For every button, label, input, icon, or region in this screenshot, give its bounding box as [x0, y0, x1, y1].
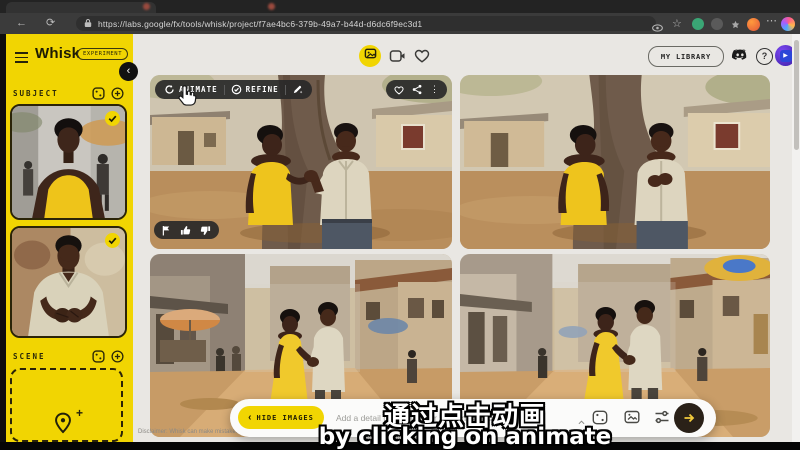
tab-favicon — [268, 3, 275, 10]
scene-add-icon[interactable] — [111, 350, 124, 368]
url-text: https://labs.google/fx/tools/whisk/proje… — [98, 19, 422, 29]
edit-pen-icon[interactable] — [292, 84, 303, 95]
image-icon — [364, 47, 377, 65]
experiment-badge: EXPERIMENT — [77, 48, 128, 60]
preview-eye-icon[interactable] — [652, 19, 663, 37]
plus-icon: + — [76, 406, 83, 420]
extensions-puzzle-icon[interactable] — [730, 18, 741, 36]
thumbs-up-icon[interactable] — [180, 225, 191, 236]
refine-check-icon — [231, 84, 242, 95]
scene-shuffle-icon[interactable] — [92, 350, 105, 368]
tab-favicon — [143, 3, 150, 10]
browser-toolbar: ← ⟳ https://labs.google/fx/tools/whisk/p… — [0, 13, 800, 34]
browser-tab-strip — [0, 0, 800, 13]
subject-add-icon[interactable] — [111, 87, 124, 105]
app-title: Whisk — [35, 45, 80, 62]
extension-icon-green[interactable] — [692, 18, 704, 30]
favorite-heart-icon[interactable] — [394, 85, 404, 95]
hide-images-label: HIDE IMAGES — [256, 414, 313, 422]
flag-icon[interactable] — [162, 225, 171, 236]
sidebar: Whisk EXPERIMENT SUBJECT — [6, 34, 133, 442]
image-mode-toggle[interactable] — [359, 45, 381, 67]
subject-thumbnail-woman[interactable] — [10, 104, 127, 220]
help-icon[interactable]: ? — [756, 48, 773, 65]
refresh-icon[interactable]: ⟳ — [46, 16, 55, 30]
selected-check-icon — [105, 233, 120, 248]
lock-icon — [84, 15, 92, 33]
scene-section-label: SCENE — [13, 352, 46, 361]
my-library-button[interactable]: MY LIBRARY — [648, 46, 724, 67]
chevron-left-icon: ‹ — [248, 412, 251, 423]
copilot-icon[interactable] — [781, 17, 795, 31]
extension-icon-dark[interactable] — [711, 18, 723, 30]
divider — [224, 85, 225, 95]
arrow-right-icon — [682, 411, 696, 425]
video-mode-toggle[interactable] — [389, 49, 406, 68]
play-icon: ▶ — [780, 50, 792, 62]
menu-icon[interactable] — [15, 50, 28, 65]
browser-active-tab[interactable] — [6, 2, 156, 13]
share-icon[interactable] — [412, 84, 422, 95]
refine-button[interactable]: REFINE — [246, 85, 279, 94]
subject-thumbnail-man[interactable] — [10, 226, 127, 338]
thumbs-down-icon[interactable] — [200, 225, 211, 236]
animate-cycle-icon — [164, 84, 175, 95]
subject-section-label: SUBJECT — [13, 89, 59, 98]
browser-menu-icon[interactable]: ⋯ — [766, 14, 777, 28]
scene-dropzone[interactable]: + — [10, 368, 123, 442]
hand-cursor-icon — [176, 84, 198, 113]
url-bar[interactable]: https://labs.google/fx/tools/whisk/proje… — [76, 16, 656, 31]
subtitle-english: by clicking on animate — [280, 424, 650, 450]
my-library-label: MY LIBRARY — [661, 53, 711, 61]
selected-check-icon — [105, 111, 120, 126]
back-icon[interactable]: ← — [16, 16, 27, 30]
sidebar-collapse-button[interactable]: ‹ — [119, 62, 138, 81]
location-pin-icon — [54, 412, 72, 439]
favorites-heart-icon[interactable] — [414, 48, 430, 68]
bookmark-star-icon[interactable]: ☆ — [672, 17, 682, 31]
image-secondary-toolbar: ⋮ — [386, 80, 447, 99]
submit-button[interactable] — [674, 403, 704, 433]
profile-avatar[interactable] — [747, 18, 760, 31]
more-options-icon[interactable]: ⋮ — [430, 84, 439, 95]
discord-icon[interactable] — [731, 48, 749, 68]
scrollbar-thumb[interactable] — [794, 40, 799, 150]
whisk-app-window: ← ⟳ https://labs.google/fx/tools/whisk/p… — [0, 0, 800, 450]
generated-image-2[interactable] — [460, 75, 770, 249]
feedback-toolbar — [154, 221, 219, 239]
subject-shuffle-icon[interactable] — [92, 87, 105, 105]
divider — [285, 85, 286, 95]
tune-sliders-icon[interactable] — [654, 410, 670, 429]
